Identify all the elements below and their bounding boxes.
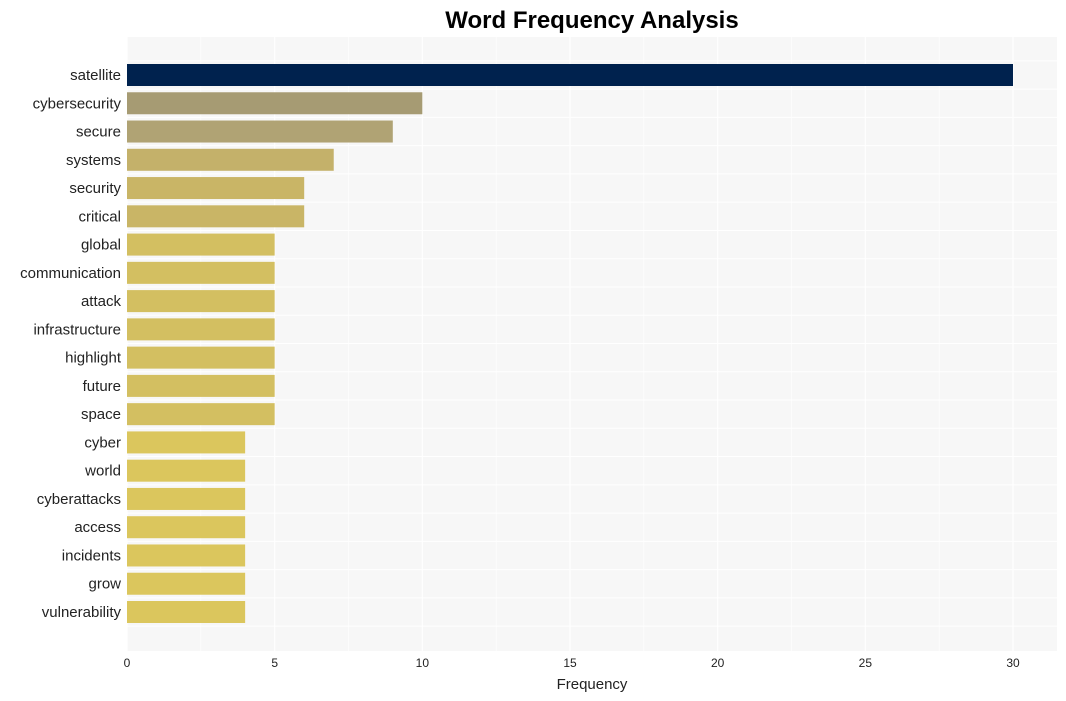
bar-secure [127, 120, 393, 143]
x-tick-label: 20 [711, 656, 725, 670]
x-axis-ticks: 0 5 10 15 20 25 30 [124, 656, 1020, 670]
x-tick-label: 25 [859, 656, 873, 670]
y-tick-label: highlight [65, 350, 122, 367]
y-tick-label: cyber [84, 434, 121, 451]
y-tick-label: critical [78, 208, 121, 225]
bar-cyberattacks [127, 487, 246, 510]
bar-communication [127, 261, 275, 284]
y-tick-label: systems [66, 152, 121, 169]
y-tick-label: vulnerability [42, 604, 122, 621]
chart-title: Word Frequency Analysis [445, 7, 738, 34]
bar-cybersecurity [127, 92, 423, 115]
bar-world [127, 459, 246, 482]
y-tick-label: attack [81, 293, 122, 310]
y-tick-label: access [74, 519, 121, 536]
bar-cyber [127, 431, 246, 454]
y-tick-label: cyberattacks [37, 491, 121, 508]
x-tick-label: 10 [416, 656, 430, 670]
bar-infrastructure [127, 318, 275, 341]
y-tick-label: space [81, 406, 121, 423]
bar-security [127, 177, 305, 200]
y-tick-label: infrastructure [33, 321, 121, 338]
y-tick-label: communication [20, 265, 121, 282]
y-tick-label: future [83, 378, 121, 395]
word-frequency-chart: satellite cybersecurity secure systems secur… [20, 7, 1057, 693]
bar-highlight [127, 346, 275, 369]
x-axis-label: Frequency [557, 676, 628, 693]
y-tick-label: secure [76, 124, 121, 141]
x-tick-label: 15 [563, 656, 577, 670]
bar-global [127, 233, 275, 256]
bar-future [127, 374, 275, 397]
y-tick-label: global [81, 237, 121, 254]
bar-grow [127, 572, 246, 595]
bar-attack [127, 290, 275, 313]
x-tick-label: 5 [271, 656, 278, 670]
bar-incidents [127, 544, 246, 567]
x-tick-label: 30 [1006, 656, 1020, 670]
bar-vulnerability [127, 601, 246, 623]
x-tick-label: 0 [124, 656, 131, 670]
bar-access [127, 516, 246, 539]
y-tick-label: incidents [62, 547, 121, 564]
y-tick-label: security [69, 180, 121, 197]
bar-systems [127, 148, 334, 171]
y-tick-label: grow [88, 576, 121, 593]
y-tick-label: satellite [70, 67, 121, 84]
y-tick-label: cybersecurity [33, 95, 122, 112]
bar-critical [127, 205, 305, 228]
y-axis-labels: satellite cybersecurity secure systems secur… [20, 67, 122, 621]
bar-space [127, 403, 275, 426]
y-tick-label: world [84, 463, 121, 480]
bar-satellite [127, 64, 1013, 86]
